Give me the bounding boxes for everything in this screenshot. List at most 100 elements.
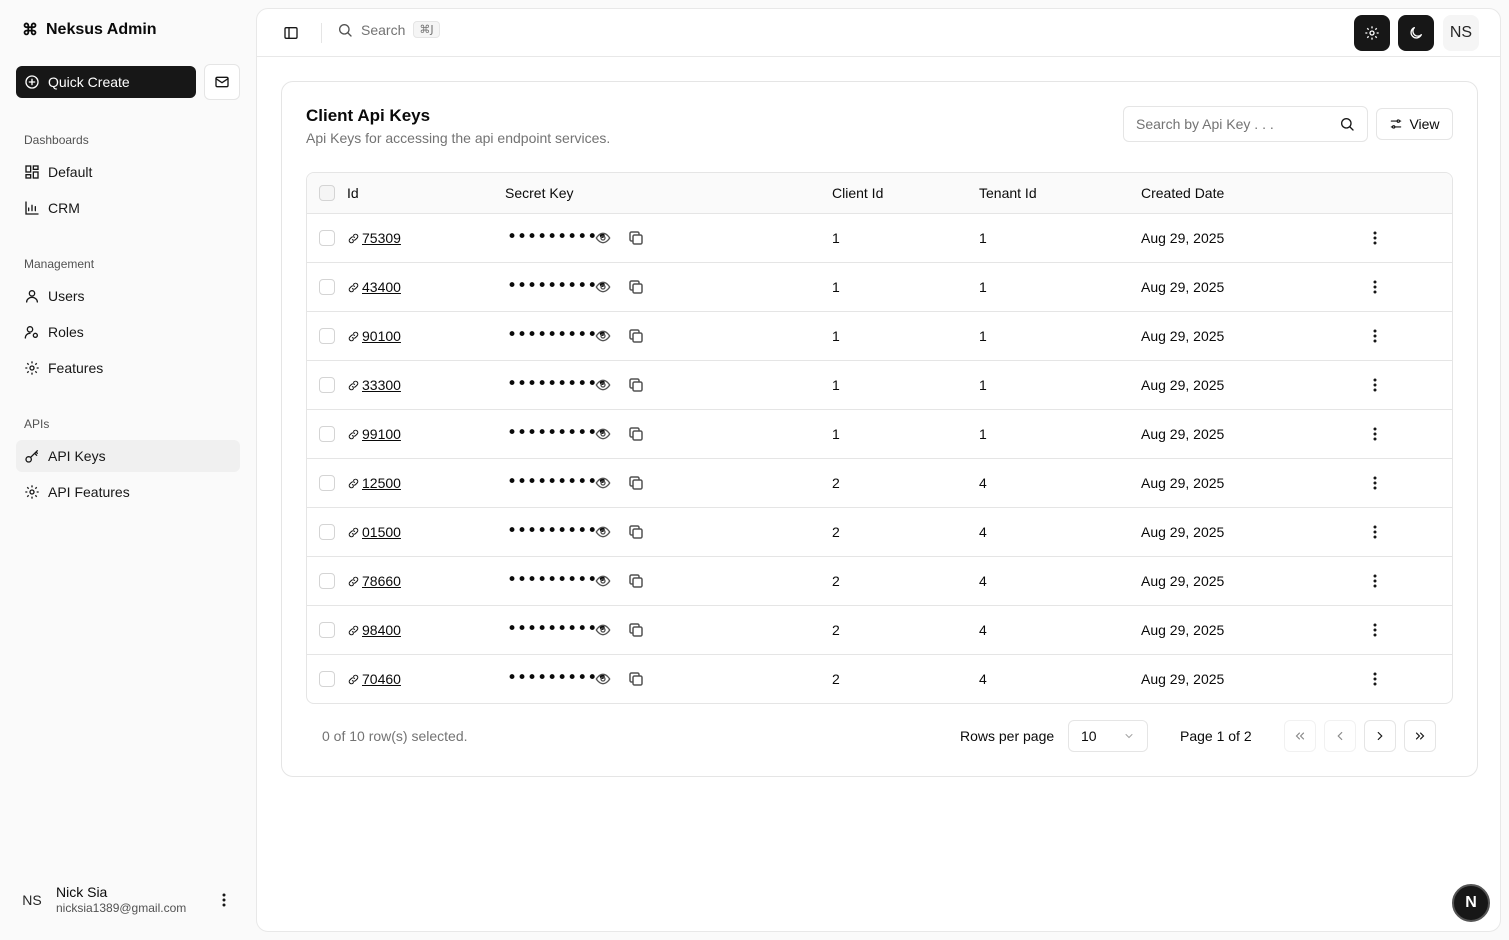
sidebar-item-crm[interactable]: CRM <box>16 192 240 224</box>
row-actions-button[interactable] <box>1367 425 1383 443</box>
eye-icon[interactable] <box>595 524 611 540</box>
copy-icon[interactable] <box>627 523 645 541</box>
quick-create-label: Quick Create <box>48 74 130 90</box>
last-page-button[interactable] <box>1404 720 1436 752</box>
brand[interactable]: ⌘ Neksus Admin <box>22 20 157 40</box>
row-actions-button[interactable] <box>1367 670 1383 688</box>
user-menu-button[interactable] <box>216 890 232 910</box>
row-checkbox[interactable] <box>319 475 335 491</box>
api-key-id-link[interactable]: 70460 <box>347 671 401 687</box>
eye-icon[interactable] <box>595 671 611 687</box>
copy-icon[interactable] <box>627 670 645 688</box>
row-checkbox[interactable] <box>319 573 335 589</box>
table-row[interactable]: 12500 •••••••••• 2 4 Aug 29, 2025 <box>307 459 1452 508</box>
row-checkbox[interactable] <box>319 230 335 246</box>
row-actions-button[interactable] <box>1367 327 1383 345</box>
row-actions-button[interactable] <box>1367 278 1383 296</box>
table-row[interactable]: 75309 •••••••••• 1 1 Aug 29, 2025 <box>307 214 1452 263</box>
row-checkbox[interactable] <box>319 622 335 638</box>
sidebar-item-features[interactable]: Features <box>16 352 240 384</box>
api-key-id-link[interactable]: 78660 <box>347 573 401 589</box>
copy-icon[interactable] <box>627 572 645 590</box>
first-page-button[interactable] <box>1284 720 1316 752</box>
table-row[interactable]: 33300 •••••••••• 1 1 Aug 29, 2025 <box>307 361 1452 410</box>
secret-key-masked: •••••••••• <box>507 423 608 443</box>
table-row[interactable]: 43400 •••••••••• 1 1 Aug 29, 2025 <box>307 263 1452 312</box>
copy-icon[interactable] <box>627 425 645 443</box>
sidebar-item-api-keys[interactable]: API Keys <box>16 440 240 472</box>
inbox-button[interactable] <box>204 64 240 100</box>
table-row[interactable]: 99100 •••••••••• 1 1 Aug 29, 2025 <box>307 410 1452 459</box>
select-all-checkbox[interactable] <box>319 185 335 201</box>
created-date: Aug 29, 2025 <box>1141 622 1225 638</box>
eye-icon[interactable] <box>595 377 611 393</box>
row-checkbox[interactable] <box>319 279 335 295</box>
dev-tools-button[interactable]: N <box>1452 884 1490 922</box>
row-checkbox[interactable] <box>319 671 335 687</box>
row-checkbox[interactable] <box>319 328 335 344</box>
api-key-id-link[interactable]: 43400 <box>347 279 401 295</box>
user-avatar-button[interactable]: NS <box>1443 15 1479 51</box>
sidebar-item-default[interactable]: Default <box>16 156 240 188</box>
eye-icon[interactable] <box>595 279 611 295</box>
search-trigger[interactable]: Search ⌘J <box>337 21 440 38</box>
row-checkbox[interactable] <box>319 377 335 393</box>
api-key-id-link[interactable]: 01500 <box>347 524 401 540</box>
sidebar-toggle-button[interactable] <box>281 23 301 43</box>
rows-per-page-select[interactable]: 10 <box>1068 720 1148 752</box>
avatar: NS <box>22 892 42 908</box>
column-header-secret-key[interactable]: Secret Key <box>505 185 573 201</box>
row-actions-button[interactable] <box>1367 376 1383 394</box>
api-key-id: 01500 <box>362 524 401 540</box>
eye-icon[interactable] <box>595 328 611 344</box>
row-checkbox[interactable] <box>319 524 335 540</box>
shortcut-badge: ⌘J <box>413 21 440 38</box>
table-row[interactable]: 90100 •••••••••• 1 1 Aug 29, 2025 <box>307 312 1452 361</box>
row-checkbox[interactable] <box>319 426 335 442</box>
copy-icon[interactable] <box>627 376 645 394</box>
next-page-button[interactable] <box>1364 720 1396 752</box>
sidebar-item-api-features[interactable]: API Features <box>16 476 240 508</box>
sidebar-item-users[interactable]: Users <box>16 280 240 312</box>
table-row[interactable]: 78660 •••••••••• 2 4 Aug 29, 2025 <box>307 557 1452 606</box>
previous-page-button[interactable] <box>1324 720 1356 752</box>
api-key-id-link[interactable]: 33300 <box>347 377 401 393</box>
api-key-id-link[interactable]: 98400 <box>347 622 401 638</box>
row-actions-button[interactable] <box>1367 621 1383 639</box>
table-row[interactable]: 98400 •••••••••• 2 4 Aug 29, 2025 <box>307 606 1452 655</box>
copy-icon[interactable] <box>627 621 645 639</box>
api-key-id: 75309 <box>362 230 401 246</box>
column-header-client-id[interactable]: Client Id <box>832 185 883 201</box>
theme-toggle-button[interactable] <box>1398 15 1434 51</box>
copy-icon[interactable] <box>627 327 645 345</box>
api-key-id-link[interactable]: 90100 <box>347 328 401 344</box>
column-header-tenant-id[interactable]: Tenant Id <box>979 185 1037 201</box>
api-key-id-link[interactable]: 99100 <box>347 426 401 442</box>
column-header-id[interactable]: Id <box>347 185 359 201</box>
eye-icon[interactable] <box>595 475 611 491</box>
api-key-id-link[interactable]: 12500 <box>347 475 401 491</box>
eye-icon[interactable] <box>595 622 611 638</box>
copy-icon[interactable] <box>627 474 645 492</box>
table-row[interactable]: 01500 •••••••••• 2 4 Aug 29, 2025 <box>307 508 1452 557</box>
row-actions-button[interactable] <box>1367 229 1383 247</box>
eye-icon[interactable] <box>595 426 611 442</box>
quick-create-button[interactable]: Quick Create <box>16 66 196 98</box>
plus-circle-icon <box>25 75 39 89</box>
eye-icon[interactable] <box>595 230 611 246</box>
row-actions-button[interactable] <box>1367 474 1383 492</box>
settings-button[interactable] <box>1354 15 1390 51</box>
tenant-id: 4 <box>979 671 987 687</box>
copy-icon[interactable] <box>627 229 645 247</box>
view-options-button[interactable]: View <box>1376 108 1453 140</box>
column-header-created-date[interactable]: Created Date <box>1141 185 1224 201</box>
api-key-search-input[interactable] <box>1136 116 1326 132</box>
user-card[interactable]: NS Nick Sia nicksia1389@gmail.com <box>16 876 240 924</box>
sidebar-item-roles[interactable]: Roles <box>16 316 240 348</box>
row-actions-button[interactable] <box>1367 523 1383 541</box>
eye-icon[interactable] <box>595 573 611 589</box>
table-row[interactable]: 70460 •••••••••• 2 4 Aug 29, 2025 <box>307 655 1452 703</box>
api-key-id-link[interactable]: 75309 <box>347 230 401 246</box>
copy-icon[interactable] <box>627 278 645 296</box>
row-actions-button[interactable] <box>1367 572 1383 590</box>
